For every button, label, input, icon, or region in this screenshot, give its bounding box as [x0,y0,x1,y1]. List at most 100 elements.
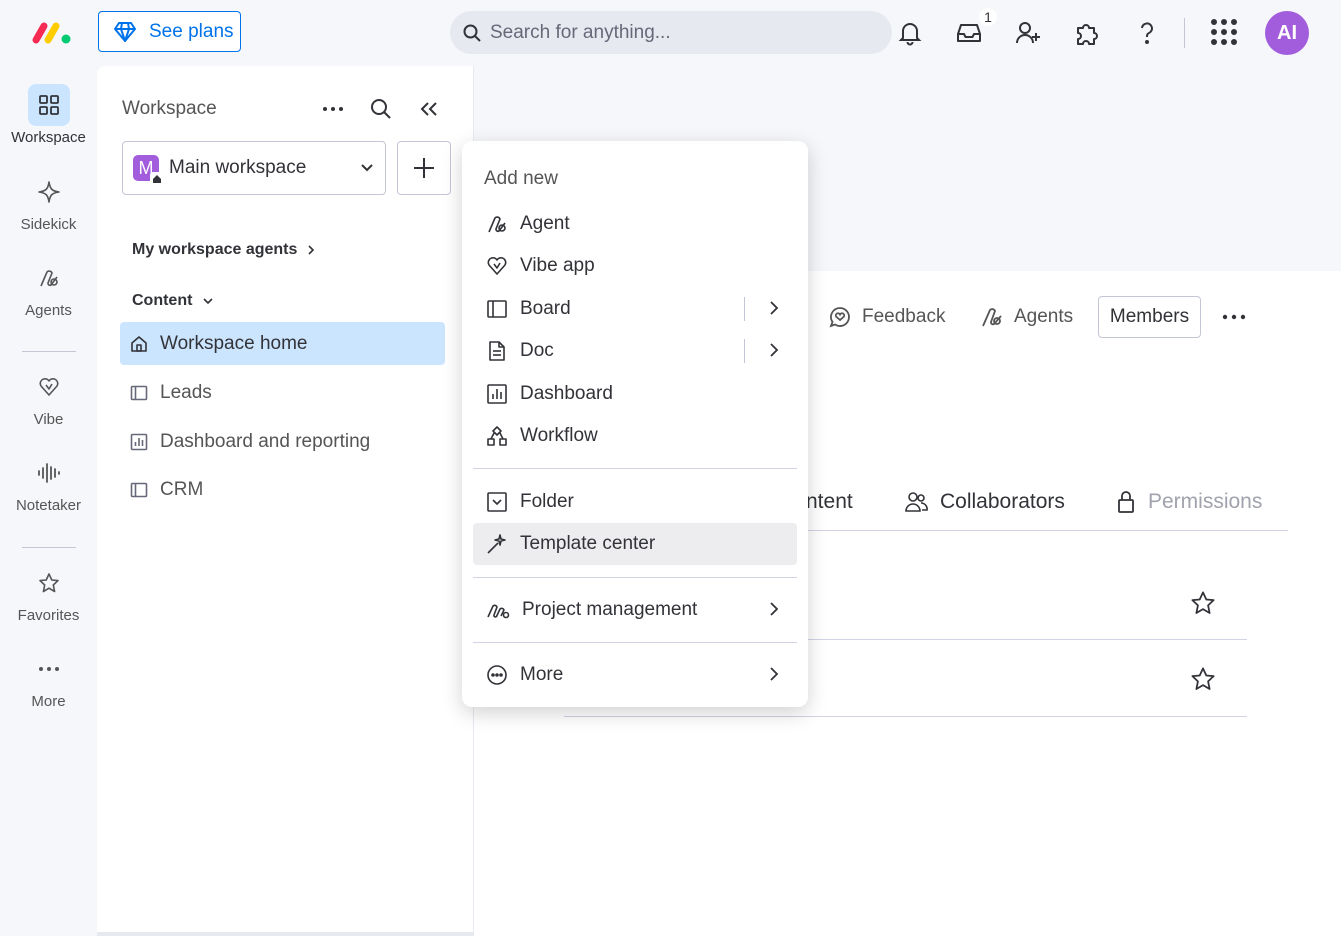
workspace-agents-section[interactable]: My workspace agents [132,241,315,259]
agents-button[interactable]: Agents [980,297,1073,337]
board-icon [486,298,508,320]
menu-item-template-center[interactable]: Template center [473,523,797,565]
menu-item-board[interactable]: Board [473,288,797,330]
rail-item-more[interactable]: More [0,648,97,710]
chevron-right-icon[interactable] [769,300,779,316]
menu-item-more[interactable]: More [473,654,797,696]
favorite-star-icon[interactable] [1190,590,1216,621]
invite-user-icon[interactable] [1014,19,1042,47]
panel-scrollbar[interactable] [97,932,474,936]
feedback-button[interactable]: Feedback [828,297,945,337]
vibe-heart-icon [486,255,508,277]
favorite-star-icon[interactable] [1190,666,1216,697]
app-switcher-grid-icon[interactable] [1208,16,1240,48]
menu-item-folder[interactable]: Folder [473,481,797,523]
workspace-search-button[interactable] [366,94,396,124]
rail-item-label: Vibe [33,411,64,428]
chevron-right-icon[interactable] [769,601,779,617]
add-new-button[interactable] [397,141,451,195]
chevron-right-icon[interactable] [769,666,779,682]
more-dots-icon [322,106,344,112]
rail-item-vibe[interactable]: Vibe [0,366,97,428]
sidebar-item-label: Leads [160,381,212,403]
row-divider [564,716,1247,717]
chevron-right-icon[interactable] [769,342,779,358]
rail-item-label: Favorites [17,607,80,624]
tab-collaborators[interactable]: Collaborators [904,490,1065,514]
rail-item-workspace[interactable]: Workspace [0,84,97,146]
submenu-divider [744,339,745,363]
menu-item-vibe-app[interactable]: Vibe app [473,245,797,287]
content-section[interactable]: Content [132,292,214,310]
menu-item-project-management[interactable]: Project management [473,589,797,631]
sidebar-item-label: CRM [160,478,204,500]
star-icon [28,562,70,604]
rail-item-notetaker[interactable]: Notetaker [0,452,97,514]
more-dots-icon [28,648,70,690]
menu-item-label: Vibe app [520,255,595,276]
tab-label: Permissions [1148,490,1263,513]
rail-item-favorites[interactable]: Favorites [0,562,97,624]
help-icon[interactable] [1133,19,1161,47]
menu-item-label: Agent [520,213,570,234]
workspace-selector[interactable]: M Main workspace [122,141,386,195]
dashboard-icon [486,383,508,405]
chevron-right-icon [307,244,315,256]
notifications-bell-icon[interactable] [896,19,924,47]
inbox-count-badge: 1 [979,8,997,26]
inbox-icon[interactable] [955,19,983,47]
rail-item-sidekick[interactable]: Sidekick [0,171,97,233]
menu-item-doc[interactable]: Doc [473,330,797,372]
magic-wand-icon [486,533,508,555]
search-input[interactable]: Search for anything... [450,11,892,54]
more-options-button[interactable] [1222,303,1246,331]
tab-content[interactable]: ntent [806,490,853,514]
sidebar-item-label: Workspace home [160,332,308,354]
tab-permissions[interactable]: Permissions [1116,490,1262,514]
apps-puzzle-icon[interactable] [1073,19,1101,47]
chevron-down-icon [359,159,375,175]
menu-item-agent[interactable]: Agent [473,203,797,245]
menu-item-label: Board [520,298,571,319]
menu-item-label: Dashboard [520,383,613,404]
left-rail: Workspace Sidekick Agents Vibe Notetaker… [0,66,97,936]
people-icon [904,491,928,513]
more-dots-icon [1222,303,1246,331]
sparkle-icon [28,171,70,213]
sidebar-item-dashboard-reporting[interactable]: Dashboard and reporting [120,420,445,463]
menu-item-label: More [520,664,564,685]
collapse-panel-button[interactable] [414,94,444,124]
workspace-options-button[interactable] [318,94,348,124]
chevron-down-icon [202,297,214,305]
workspace-panel: Workspace M Main workspace My workspace … [97,66,474,936]
search-icon [462,23,482,43]
rail-item-agents[interactable]: Agents [0,257,97,319]
topbar-divider [1184,18,1185,48]
search-placeholder: Search for anything... [490,21,671,43]
menu-divider [473,468,797,469]
members-button[interactable]: Members [1098,296,1201,338]
search-icon [370,98,392,120]
double-chevron-left-icon [419,101,439,117]
sidebar-item-crm[interactable]: CRM [120,468,445,511]
board-icon [130,384,148,402]
grid-icon [27,84,70,126]
rail-item-label: Workspace [11,129,86,146]
monday-logo[interactable] [31,18,73,46]
menu-item-dashboard[interactable]: Dashboard [473,373,797,415]
workspace-name: Main workspace [169,157,307,178]
feedback-icon [828,305,852,329]
panel-title: Workspace [122,98,217,119]
sidebar-item-leads[interactable]: Leads [120,371,445,414]
rail-item-label: Sidekick [20,216,77,233]
menu-item-workflow[interactable]: Workflow [473,415,797,457]
doc-icon [486,340,508,362]
rail-item-label: Agents [25,302,72,319]
sidebar-item-label: Dashboard and reporting [160,430,371,452]
rail-divider [22,547,76,548]
plus-icon [412,156,436,180]
user-avatar[interactable]: AI [1265,11,1309,55]
see-plans-button[interactable]: See plans [98,11,241,52]
menu-item-label: Workflow [520,425,598,446]
sidebar-item-workspace-home[interactable]: Workspace home [120,322,445,365]
